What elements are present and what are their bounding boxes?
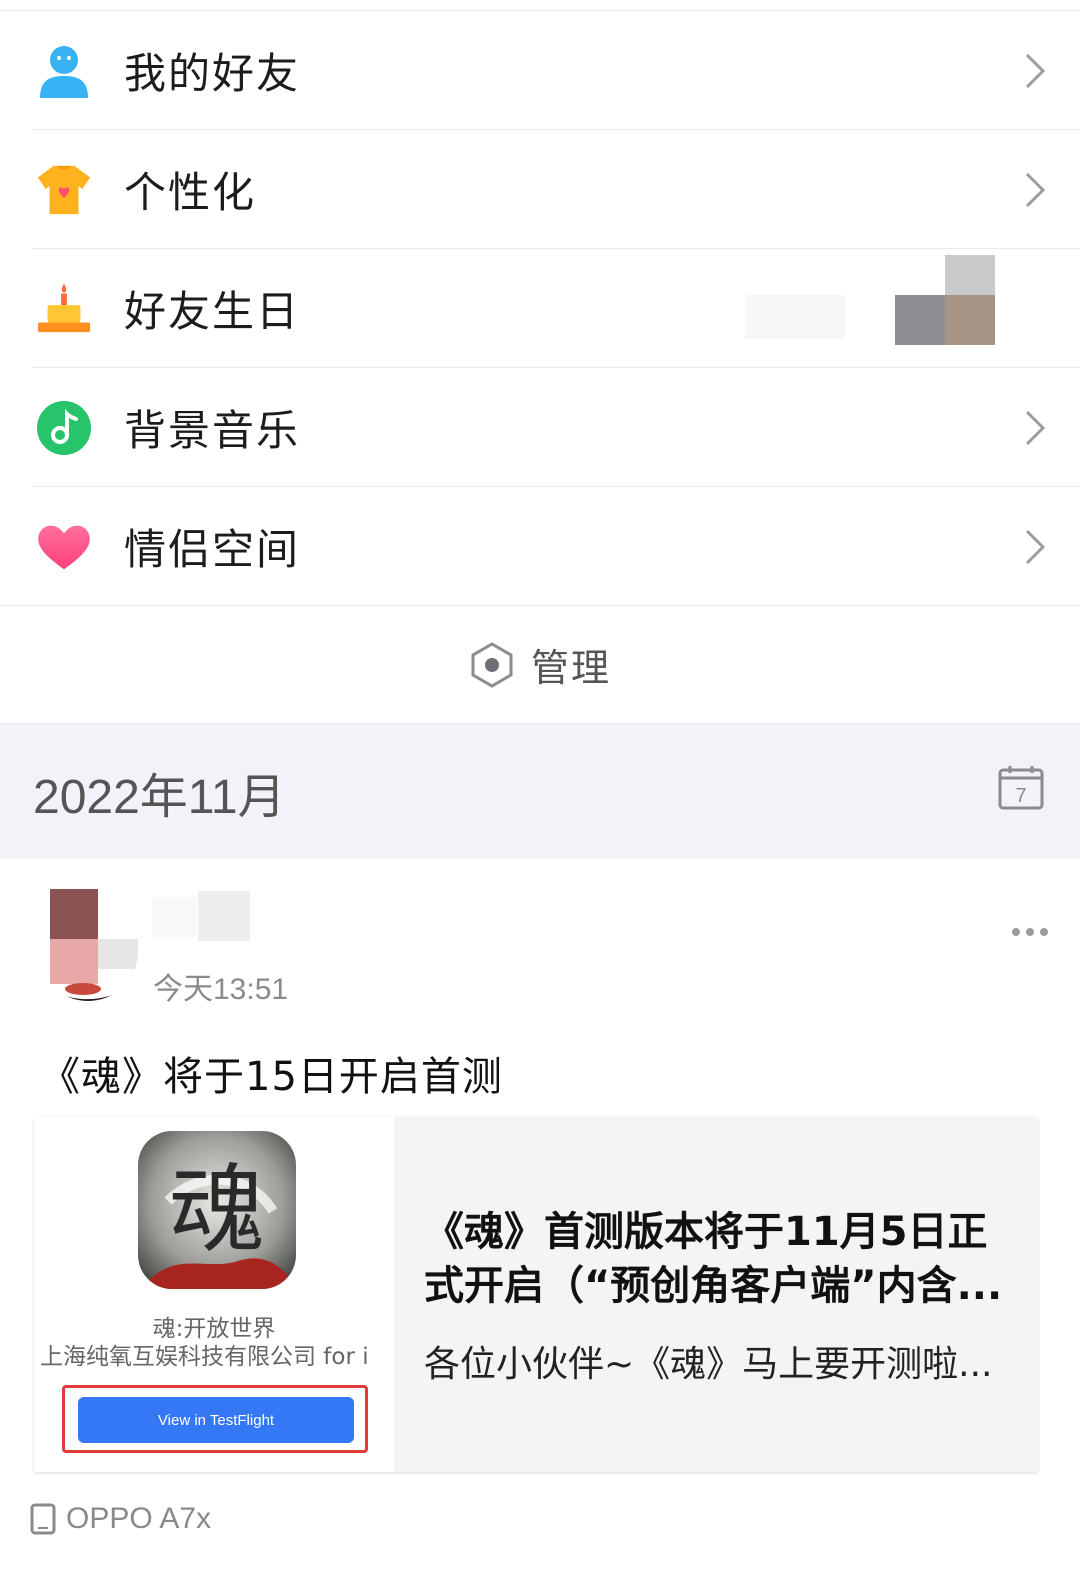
menu-label-couple-space: 情侣空间 <box>124 525 301 574</box>
card-title: 《魂》首测版本将于11月5日正式开启（“预创角客户端”内含... <box>424 1209 1003 1309</box>
menu-label-friend-birthday: 好友生日 <box>124 287 301 336</box>
calendar-day: 7 <box>1015 785 1026 807</box>
card-text: 《魂》首测版本将于11月5日正式开启（“预创角客户端”内含... 各位小伙伴~《… <box>394 1117 1038 1472</box>
calendar-icon[interactable]: 7 <box>998 764 1044 810</box>
chevron-right-icon <box>1025 529 1046 564</box>
tshirt-icon <box>36 162 92 218</box>
menu-item-friend-birthday[interactable]: 好友生日 <box>0 249 1080 368</box>
device-label: OPPO A7x <box>66 1502 212 1535</box>
music-note-icon <box>36 400 92 456</box>
app-icon: 魂 <box>138 1131 296 1289</box>
menu-item-couple-space[interactable]: 情侣空间 <box>0 487 1080 606</box>
post-time: 今天13:51 <box>153 973 289 1006</box>
chevron-right-icon <box>1025 410 1046 445</box>
phone-icon <box>30 1503 56 1535</box>
menu-item-friends[interactable]: 我的好友 <box>0 11 1080 130</box>
blurred-name <box>152 897 196 937</box>
card-thumbnail: 魂 魂:开放世界 上海纯氧互娱科技有限公司 for i View in Test… <box>34 1117 394 1472</box>
top-divider <box>0 0 1080 11</box>
more-options-icon[interactable] <box>1010 926 1050 938</box>
svg-text:魂: 魂 <box>169 1154 265 1266</box>
app-company: 上海纯氧互娱科技有限公司 for i <box>40 1344 369 1370</box>
chevron-right-icon <box>1025 53 1046 88</box>
menu-list: 我的好友 个性化 好友生日 背景音乐 情侣空间 <box>0 11 1080 606</box>
manage-button[interactable]: 管理 <box>0 606 1080 724</box>
blurred-avatars <box>895 255 995 345</box>
view-in-testflight-button[interactable]: View in TestFlight <box>78 1397 354 1443</box>
post-title: 《魂》将于15日开启首测 <box>40 1054 503 1100</box>
menu-label-friends: 我的好友 <box>124 49 301 98</box>
blurred-text <box>745 295 845 339</box>
cake-icon <box>36 281 92 337</box>
hexagon-settings-icon <box>471 641 513 688</box>
menu-item-background-music[interactable]: 背景音乐 <box>0 368 1080 487</box>
heart-icon <box>36 519 92 575</box>
shared-link-card[interactable]: 魂 魂:开放世界 上海纯氧互娱科技有限公司 for i View in Test… <box>34 1117 1038 1472</box>
blurred-name <box>198 891 250 941</box>
manage-label: 管理 <box>530 646 611 690</box>
menu-label-background-music: 背景音乐 <box>124 406 301 455</box>
menu-label-personalize: 个性化 <box>124 168 257 217</box>
menu-item-personalize[interactable]: 个性化 <box>0 130 1080 249</box>
card-description: 各位小伙伴~《魂》马上要开测啦... <box>424 1344 993 1385</box>
device-info: OPPO A7x <box>30 1502 211 1536</box>
feed-post: 今天13:51 《魂》将于15日开启首测 魂 魂:开放世界 上海纯氧互娱科技有限… <box>0 859 1080 1574</box>
friends-icon <box>36 43 92 99</box>
month-title: 2022年11月 <box>33 770 286 824</box>
avatar[interactable] <box>38 889 138 1001</box>
chevron-right-icon <box>1025 172 1046 207</box>
divider <box>0 605 1080 606</box>
month-header: 2022年11月 7 <box>0 724 1080 859</box>
